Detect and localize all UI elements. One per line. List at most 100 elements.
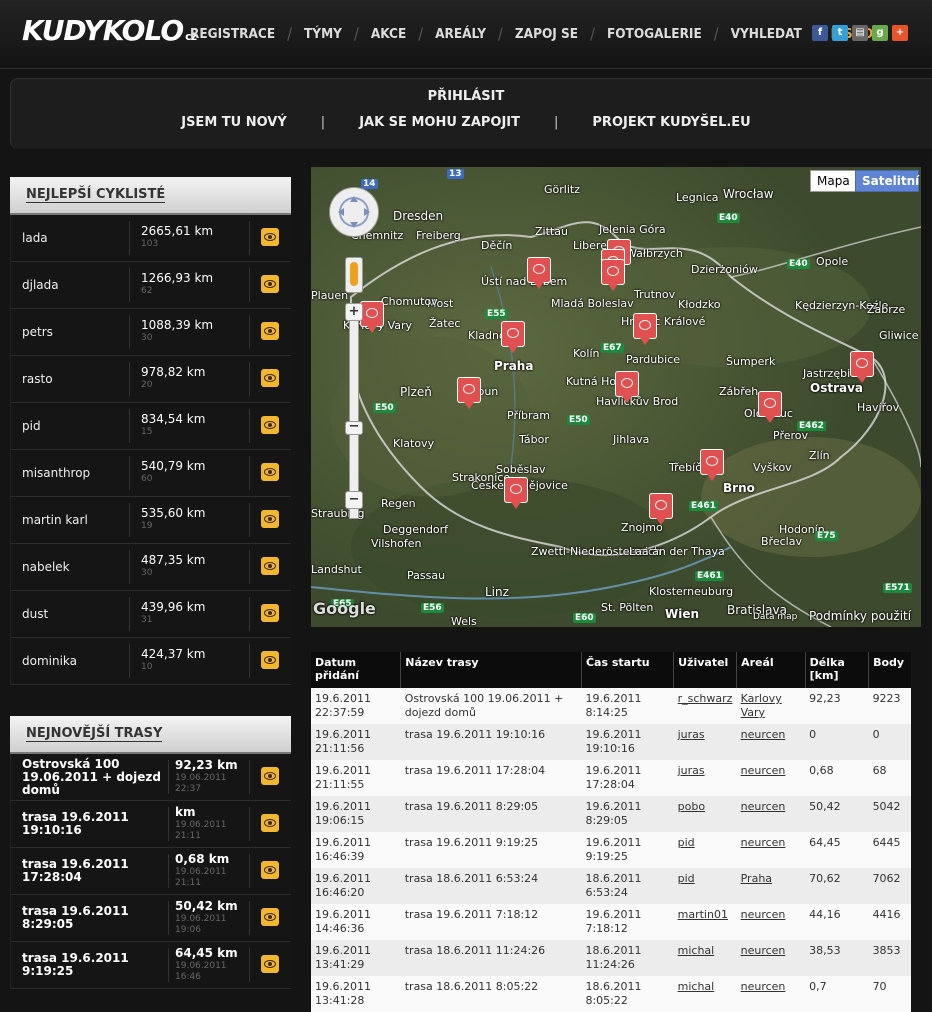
- newest-route-row[interactable]: Ostrovská 100 19.06.2011 + dojezd domů 92…: [10, 754, 291, 801]
- rider-row[interactable]: pid 834,54 km 15: [10, 403, 291, 450]
- login-label[interactable]: PŘIHLÁSIT: [428, 89, 505, 104]
- table-row[interactable]: 19.6.2011 14:46:36 trasa 19.6.2011 7:18:1…: [311, 904, 911, 940]
- area-link[interactable]: Praha: [741, 872, 772, 885]
- route-pin[interactable]: [360, 301, 384, 333]
- route-pin[interactable]: [527, 257, 551, 289]
- route-pin[interactable]: [758, 391, 782, 423]
- share-icon[interactable]: +: [892, 25, 908, 41]
- user-link[interactable]: martin01: [678, 908, 728, 921]
- user-link[interactable]: michal: [678, 944, 715, 957]
- route-pin[interactable]: [633, 313, 657, 345]
- route-pin[interactable]: [700, 449, 724, 481]
- column-header-start-time[interactable]: Čas startu: [581, 652, 675, 688]
- map-type-map-button[interactable]: Mapa: [810, 170, 857, 192]
- view-eye-icon[interactable]: [261, 861, 279, 879]
- view-eye-icon[interactable]: [261, 416, 279, 434]
- map-terms-link[interactable]: Podmínky použití: [809, 609, 911, 623]
- link-jsem-tu-novy[interactable]: JSEM TU NOVÝ: [147, 115, 321, 130]
- view-eye-icon[interactable]: [261, 322, 279, 340]
- view-eye-icon[interactable]: [261, 767, 279, 785]
- column-header-user[interactable]: Uživatel: [673, 652, 738, 688]
- rider-name[interactable]: dominika: [22, 654, 77, 668]
- area-link[interactable]: neurcen: [741, 908, 786, 921]
- newest-route-row[interactable]: trasa 19.6.2011 19:10:16 km 19.06.2011 21:1…: [10, 801, 291, 848]
- table-row[interactable]: 19.6.2011 19:06:15 trasa 19.6.2011 8:29:0…: [311, 796, 911, 832]
- area-link[interactable]: neurcen: [741, 944, 786, 957]
- user-link[interactable]: pid: [678, 872, 695, 885]
- area-link[interactable]: neurcen: [741, 764, 786, 777]
- table-row[interactable]: 19.6.2011 13:41:29 trasa 18.6.2011 11:24:…: [311, 940, 911, 976]
- route-name[interactable]: trasa 19.6.2011 17:28:04: [22, 858, 162, 884]
- zoom-handle[interactable]: −: [345, 420, 363, 435]
- twitter-icon[interactable]: t: [832, 25, 848, 41]
- column-header-area[interactable]: Areál: [736, 652, 806, 688]
- nav-arealy[interactable]: AREÁLY: [423, 26, 498, 42]
- zoom-out-button[interactable]: −: [345, 491, 363, 509]
- link-jak-se-mohu-zapojit[interactable]: JAK SE MOHU ZAPOJIT: [325, 115, 554, 130]
- rider-name[interactable]: misanthrop: [22, 466, 90, 480]
- best-riders-title[interactable]: NEJLEPŠÍ CYKLISTÉ: [26, 187, 166, 203]
- table-row[interactable]: 19.6.2011 21:11:55 trasa 19.6.2011 17:28:…: [311, 760, 911, 796]
- route-pin[interactable]: [457, 377, 481, 409]
- table-row[interactable]: 19.6.2011 21:11:56 trasa 19.6.2011 19:10:…: [311, 724, 911, 760]
- route-name[interactable]: Ostrovská 100 19.06.2011 + dojezd domů: [22, 758, 162, 797]
- rider-row[interactable]: petrs 1088,39 km 30: [10, 309, 291, 356]
- nav-registrace[interactable]: REGISTRACE: [178, 26, 287, 42]
- view-eye-icon[interactable]: [261, 557, 279, 575]
- rider-row[interactable]: martin karl 535,60 km 19: [10, 497, 291, 544]
- streetview-pegman-icon[interactable]: [345, 257, 363, 293]
- nav-zapoj-se[interactable]: ZAPOJ SE: [503, 26, 590, 42]
- rider-name[interactable]: dust: [22, 607, 48, 621]
- user-link[interactable]: juras: [678, 728, 705, 741]
- table-row[interactable]: 19.6.2011 13:41:28 trasa 18.6.2011 8:05:2…: [311, 976, 911, 1012]
- rider-row[interactable]: rasto 978,82 km 20: [10, 356, 291, 403]
- view-eye-icon[interactable]: [261, 510, 279, 528]
- facebook-icon[interactable]: f: [812, 25, 828, 41]
- link-projekt-kudysel[interactable]: PROJEKT KUDYŠEL.EU: [558, 115, 784, 130]
- route-pin[interactable]: [601, 259, 625, 291]
- newest-routes-title[interactable]: NEJNOVĚJŠÍ TRASY: [26, 726, 163, 742]
- newest-route-row[interactable]: trasa 19.6.2011 17:28:04 0,68 km 19.06.201…: [10, 848, 291, 895]
- user-link[interactable]: r_schwarz: [678, 692, 733, 705]
- area-link[interactable]: neurcen: [741, 728, 786, 741]
- view-eye-icon[interactable]: [261, 369, 279, 387]
- column-header-route-name[interactable]: Název trasy: [400, 652, 582, 688]
- rider-row[interactable]: dominika 424,37 km 10: [10, 638, 291, 685]
- rider-name[interactable]: nabelek: [22, 560, 70, 574]
- rider-name[interactable]: petrs: [22, 325, 53, 339]
- zoom-slider[interactable]: [349, 307, 359, 519]
- route-pin[interactable]: [504, 477, 528, 509]
- area-link[interactable]: neurcen: [741, 800, 786, 813]
- view-eye-icon[interactable]: [261, 955, 279, 973]
- nav-vyhledat[interactable]: VYHLEDAT: [719, 26, 814, 42]
- nav-fotogalerie[interactable]: FOTOGALERIE: [595, 26, 714, 42]
- column-header-length[interactable]: Délka [km]: [805, 652, 870, 688]
- view-eye-icon[interactable]: [261, 463, 279, 481]
- zoom-in-button[interactable]: +: [345, 303, 363, 321]
- map-type-satellite-button[interactable]: Satelitní: [855, 170, 919, 192]
- rider-row[interactable]: djlada 1266,93 km 62: [10, 262, 291, 309]
- route-pin[interactable]: [501, 321, 525, 353]
- column-header-date-added[interactable]: Datum přidání: [311, 652, 402, 688]
- rider-row[interactable]: dust 439,96 km 31: [10, 591, 291, 638]
- rider-name[interactable]: martin karl: [22, 513, 88, 527]
- route-name[interactable]: trasa 19.6.2011 9:19:25: [22, 952, 162, 978]
- view-eye-icon[interactable]: [261, 228, 279, 246]
- nav-tymy[interactable]: TÝMY: [292, 26, 354, 42]
- site-logo[interactable]: KUDYKOLO cz: [22, 14, 197, 47]
- rider-row[interactable]: nabelek 487,35 km 30: [10, 544, 291, 591]
- rider-row[interactable]: lada 2665,61 km 103: [10, 215, 291, 262]
- route-pin[interactable]: [615, 371, 639, 403]
- rider-name[interactable]: lada: [22, 231, 48, 245]
- newest-route-row[interactable]: trasa 19.6.2011 8:29:05 50,42 km 19.06.201…: [10, 895, 291, 942]
- map-data-credit[interactable]: Data map: [753, 612, 797, 622]
- user-link[interactable]: pid: [678, 836, 695, 849]
- user-link[interactable]: pobo: [678, 800, 705, 813]
- google-icon[interactable]: g: [872, 25, 888, 41]
- table-row[interactable]: 19.6.2011 22:37:59 Ostrovská 100 19.06.20…: [311, 688, 911, 724]
- route-pin[interactable]: [649, 493, 673, 525]
- rider-name[interactable]: pid: [22, 419, 41, 433]
- column-header-points[interactable]: Body: [868, 652, 911, 688]
- view-eye-icon[interactable]: [261, 275, 279, 293]
- rider-name[interactable]: rasto: [22, 372, 53, 386]
